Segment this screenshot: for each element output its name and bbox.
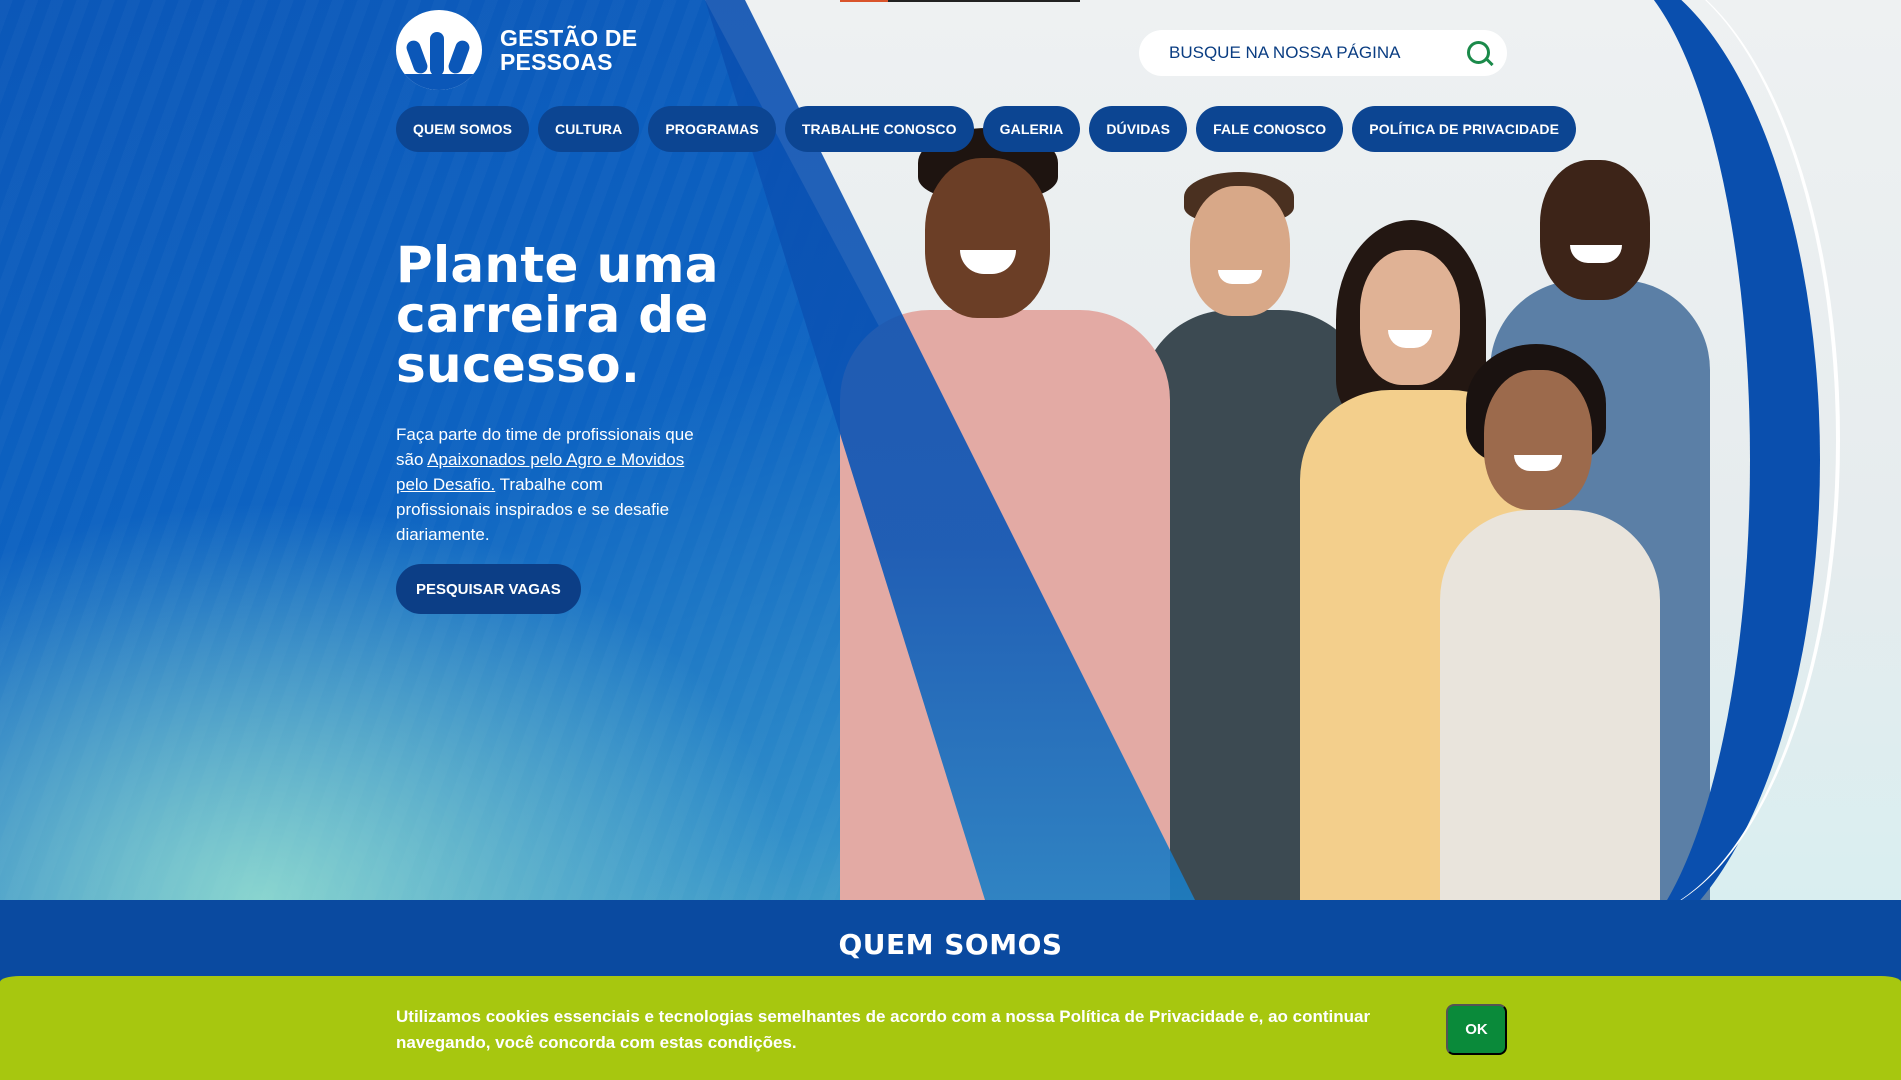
- headline-line-1: Plante uma: [396, 236, 719, 294]
- headline-line-2: carreira de: [396, 286, 709, 344]
- cookie-text: Utilizamos cookies essenciais e tecnolog…: [396, 1007, 1371, 1052]
- cookie-ok-button[interactable]: OK: [1446, 1004, 1507, 1055]
- nav-item-cultura[interactable]: CULTURA: [538, 106, 640, 152]
- nav-item-trabalhe-conosco[interactable]: TRABALHE CONOSCO: [784, 106, 974, 152]
- nav-item-programas[interactable]: PROGRAMAS: [648, 106, 776, 152]
- logo-line-1: GESTÃO DE: [500, 25, 638, 51]
- nav-item-quem-somos[interactable]: QUEM SOMOS: [396, 106, 530, 152]
- main-nav: QUEM SOMOS CULTURA PROGRAMAS TRABALHE CO…: [396, 106, 1577, 152]
- site-logo[interactable]: GESTÃO DE PESSOAS: [396, 10, 637, 90]
- hero-headline: Plante uma carreira de sucesso.: [396, 240, 836, 390]
- headline-line-3: sucesso.: [396, 336, 641, 394]
- nav-item-duvidas[interactable]: DÚVIDAS: [1089, 106, 1188, 152]
- logo-mark: [396, 10, 482, 90]
- cookie-banner: Utilizamos cookies essenciais e tecnolog…: [0, 976, 1901, 1080]
- hero-intro: Faça parte do time de profissionais que …: [396, 422, 696, 547]
- logo-line-2: PESSOAS: [500, 49, 613, 75]
- nav-item-politica-privacidade[interactable]: POLÍTICA DE PRIVACIDADE: [1352, 106, 1577, 152]
- search-box: [1139, 30, 1507, 76]
- quem-somos-section: QUEM SOMOS: [0, 900, 1901, 980]
- search-jobs-button[interactable]: PESQUISAR VAGAS: [396, 564, 581, 614]
- logo-text: GESTÃO DE PESSOAS: [500, 26, 637, 74]
- nav-item-galeria[interactable]: GALERIA: [982, 106, 1081, 152]
- search-input[interactable]: [1169, 43, 1465, 63]
- section-title: QUEM SOMOS: [838, 927, 1063, 961]
- hero-glow: [0, 500, 800, 900]
- search-icon[interactable]: [1465, 39, 1493, 67]
- top-progress-line: [840, 0, 1080, 2]
- nav-item-fale-conosco[interactable]: FALE CONOSCO: [1196, 106, 1344, 152]
